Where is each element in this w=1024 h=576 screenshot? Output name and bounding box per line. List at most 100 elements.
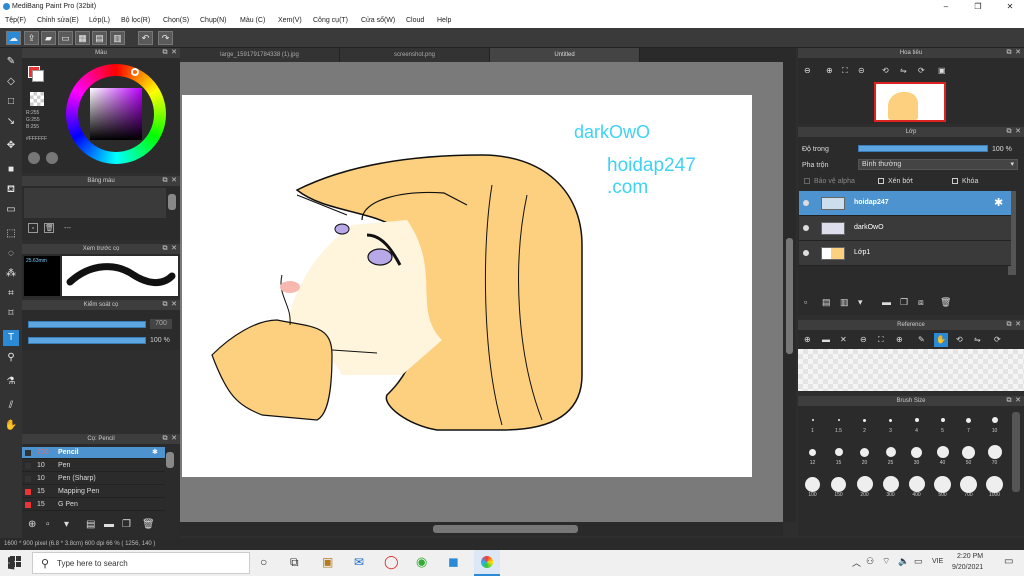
brush-item-pencil[interactable]: 700 Pencil ✱ xyxy=(22,447,165,459)
menu-edit[interactable]: Chỉnh sửa(E) xyxy=(37,17,79,24)
new-1bit-layer-icon[interactable]: ▥ xyxy=(840,293,849,311)
brush-settings-icon[interactable]: ✱ xyxy=(152,447,158,459)
brush-folder-icon[interactable]: ▬ xyxy=(104,519,114,530)
tab-large-jpg[interactable]: large_1591791784338 (1).jpg xyxy=(180,48,340,62)
flip-icon[interactable]: ⇋ xyxy=(900,64,907,78)
ref-rotate-left-icon[interactable]: ⟲ xyxy=(956,333,963,347)
reference-canvas[interactable] xyxy=(798,349,1024,391)
store-icon[interactable]: ▣ xyxy=(322,555,333,569)
brush-size-option[interactable]: 20 xyxy=(852,444,877,466)
zoom-out-icon[interactable]: ⊖ xyxy=(804,64,811,78)
ref-close-icon[interactable]: ✕ xyxy=(840,333,847,347)
close-panel-icon[interactable]: ✕ xyxy=(170,435,178,443)
tab-untitled[interactable]: Untitled xyxy=(490,48,640,62)
canvas-text-hoidap[interactable]: hoidap247 xyxy=(607,155,696,176)
new-halftone-layer-icon[interactable]: ▤ xyxy=(822,293,831,311)
brush-size-option[interactable]: 7 xyxy=(956,412,981,434)
notification-icon[interactable]: ▭ xyxy=(1004,556,1013,567)
clock-time[interactable]: 2:20 PM xyxy=(957,553,983,560)
menu-select[interactable]: Chọn(S) xyxy=(163,17,189,24)
tab-screenshot[interactable]: screenshot.png xyxy=(340,48,490,62)
app-green-icon[interactable]: ◉ xyxy=(416,554,427,570)
fill-rect-icon[interactable]: ■ xyxy=(3,162,19,178)
medibang-taskbar-icon[interactable] xyxy=(474,550,500,576)
close-panel-icon[interactable]: ✕ xyxy=(1014,321,1022,329)
brush-size-option[interactable]: 150 xyxy=(826,476,851,498)
navigator-thumbnail[interactable] xyxy=(874,82,946,122)
ref-zoom-in-icon[interactable]: ⊕ xyxy=(896,333,903,347)
windows-logo-icon[interactable] xyxy=(10,556,22,568)
palette-scrollbar[interactable] xyxy=(168,194,176,210)
ref-flip-icon[interactable]: ⇋ xyxy=(974,333,981,347)
brush-size-option[interactable]: 2 xyxy=(852,412,877,434)
select-tool-icon[interactable]: ⬚ xyxy=(3,226,19,242)
brush-size-value[interactable]: 700 xyxy=(150,319,172,329)
brush-size-option[interactable]: 100 xyxy=(800,476,825,498)
mail-icon[interactable]: ✉ xyxy=(354,555,364,569)
menu-help[interactable]: Help xyxy=(437,17,451,24)
magic-wand-icon[interactable]: ⁂ xyxy=(3,266,19,282)
canvas-text-com[interactable]: .com xyxy=(607,177,648,198)
bucket-tool-icon[interactable]: ⛾ xyxy=(3,182,19,198)
grid-icon[interactable]: ▦ xyxy=(75,31,90,45)
eyedropper-icon[interactable]: ⚗ xyxy=(3,374,19,390)
brush-list-scrollbar[interactable] xyxy=(166,452,174,468)
tray-app-icon[interactable]: ⚇ xyxy=(866,556,874,567)
brush-size-option[interactable]: 50 xyxy=(956,444,981,466)
brush-tool-icon[interactable]: ✎ xyxy=(3,54,19,70)
brush-opacity-slider[interactable] xyxy=(28,337,146,344)
zoom-in-icon[interactable]: ⊕ xyxy=(826,64,833,78)
layer-folder-icon[interactable]: ▬ xyxy=(882,293,891,311)
ref-rotate-right-icon[interactable]: ⟳ xyxy=(994,333,1001,347)
menu-layer[interactable]: Lớp(L) xyxy=(89,17,110,24)
comment-icon[interactable]: ▰ xyxy=(41,31,56,45)
ref-import-icon[interactable]: ⊕ xyxy=(804,333,811,347)
undo-icon[interactable]: ↶ xyxy=(138,31,153,45)
nav-lock-icon[interactable]: ▣ xyxy=(938,64,946,78)
brush-item-pen[interactable]: 10 Pen xyxy=(22,460,165,472)
brush-menu-icon[interactable]: ▾ xyxy=(64,519,69,530)
lock-checkbox[interactable] xyxy=(952,178,958,184)
brush-item-mapping-pen[interactable]: 15 Mapping Pen xyxy=(22,486,165,498)
layer-row-darkowo[interactable]: darkOwO xyxy=(799,216,1011,241)
opera-icon[interactable]: ◯ xyxy=(384,554,399,570)
color-mode-icon[interactable] xyxy=(28,152,40,164)
layer-row-hoidap247[interactable]: hoidap247 ✱ xyxy=(799,191,1011,216)
brush-size-option[interactable]: 30 xyxy=(904,444,929,466)
battery-icon[interactable]: ▭ xyxy=(914,556,923,567)
undock-icon[interactable]: ⧉ xyxy=(1005,49,1013,57)
drawing-canvas[interactable]: darkOwO hoidap247 .com xyxy=(182,95,752,477)
ref-zoom-out-icon[interactable]: ⊖ xyxy=(860,333,867,347)
transparent-swatch[interactable] xyxy=(30,92,44,106)
text-tool-icon[interactable]: T xyxy=(3,330,19,346)
rotate-right-icon[interactable]: ⟳ xyxy=(918,64,925,78)
menu-tools[interactable]: Công cụ(T) xyxy=(313,17,348,24)
brush-size-option[interactable]: 10 xyxy=(982,412,1007,434)
brush-size-option[interactable]: 25 xyxy=(878,444,903,466)
undock-icon[interactable]: ⧉ xyxy=(161,245,169,253)
ref-folder-icon[interactable]: ▬ xyxy=(822,333,830,347)
layer-row-lop1[interactable]: Lớp1 xyxy=(799,241,1011,266)
brush-size-option[interactable]: 400 xyxy=(904,476,929,498)
cortana-icon[interactable]: ○ xyxy=(260,555,267,569)
add-layer-menu-icon[interactable]: ▾ xyxy=(858,293,863,311)
close-panel-icon[interactable]: ✕ xyxy=(1014,397,1022,405)
brush-size-option[interactable]: 70 xyxy=(982,444,1007,466)
language-indicator[interactable]: VIE xyxy=(932,558,943,565)
zoom-reset-icon[interactable]: ⊝ xyxy=(858,64,865,78)
close-panel-icon[interactable]: ✕ xyxy=(1014,128,1022,136)
close-panel-icon[interactable]: ✕ xyxy=(1014,49,1022,57)
hue-marker[interactable] xyxy=(131,68,139,76)
ref-fit-icon[interactable]: ⛶ xyxy=(878,333,884,347)
close-button[interactable]: ✕ xyxy=(994,0,1024,14)
visibility-icon[interactable] xyxy=(803,250,809,256)
maximize-button[interactable]: ❐ xyxy=(962,0,994,14)
panel-icon[interactable]: ▤ xyxy=(92,31,107,45)
dot-tool-icon[interactable]: ↘ xyxy=(3,114,19,130)
brush-size-option[interactable]: 1000 xyxy=(982,475,1007,498)
menu-color[interactable]: Màu (C) xyxy=(240,17,265,24)
tray-chevron-icon[interactable]: ︿ xyxy=(852,556,861,569)
rect-tool-icon[interactable]: □ xyxy=(3,94,19,110)
menu-file[interactable]: Tệp(F) xyxy=(5,17,26,24)
menu-view[interactable]: Xem(V) xyxy=(278,17,302,24)
